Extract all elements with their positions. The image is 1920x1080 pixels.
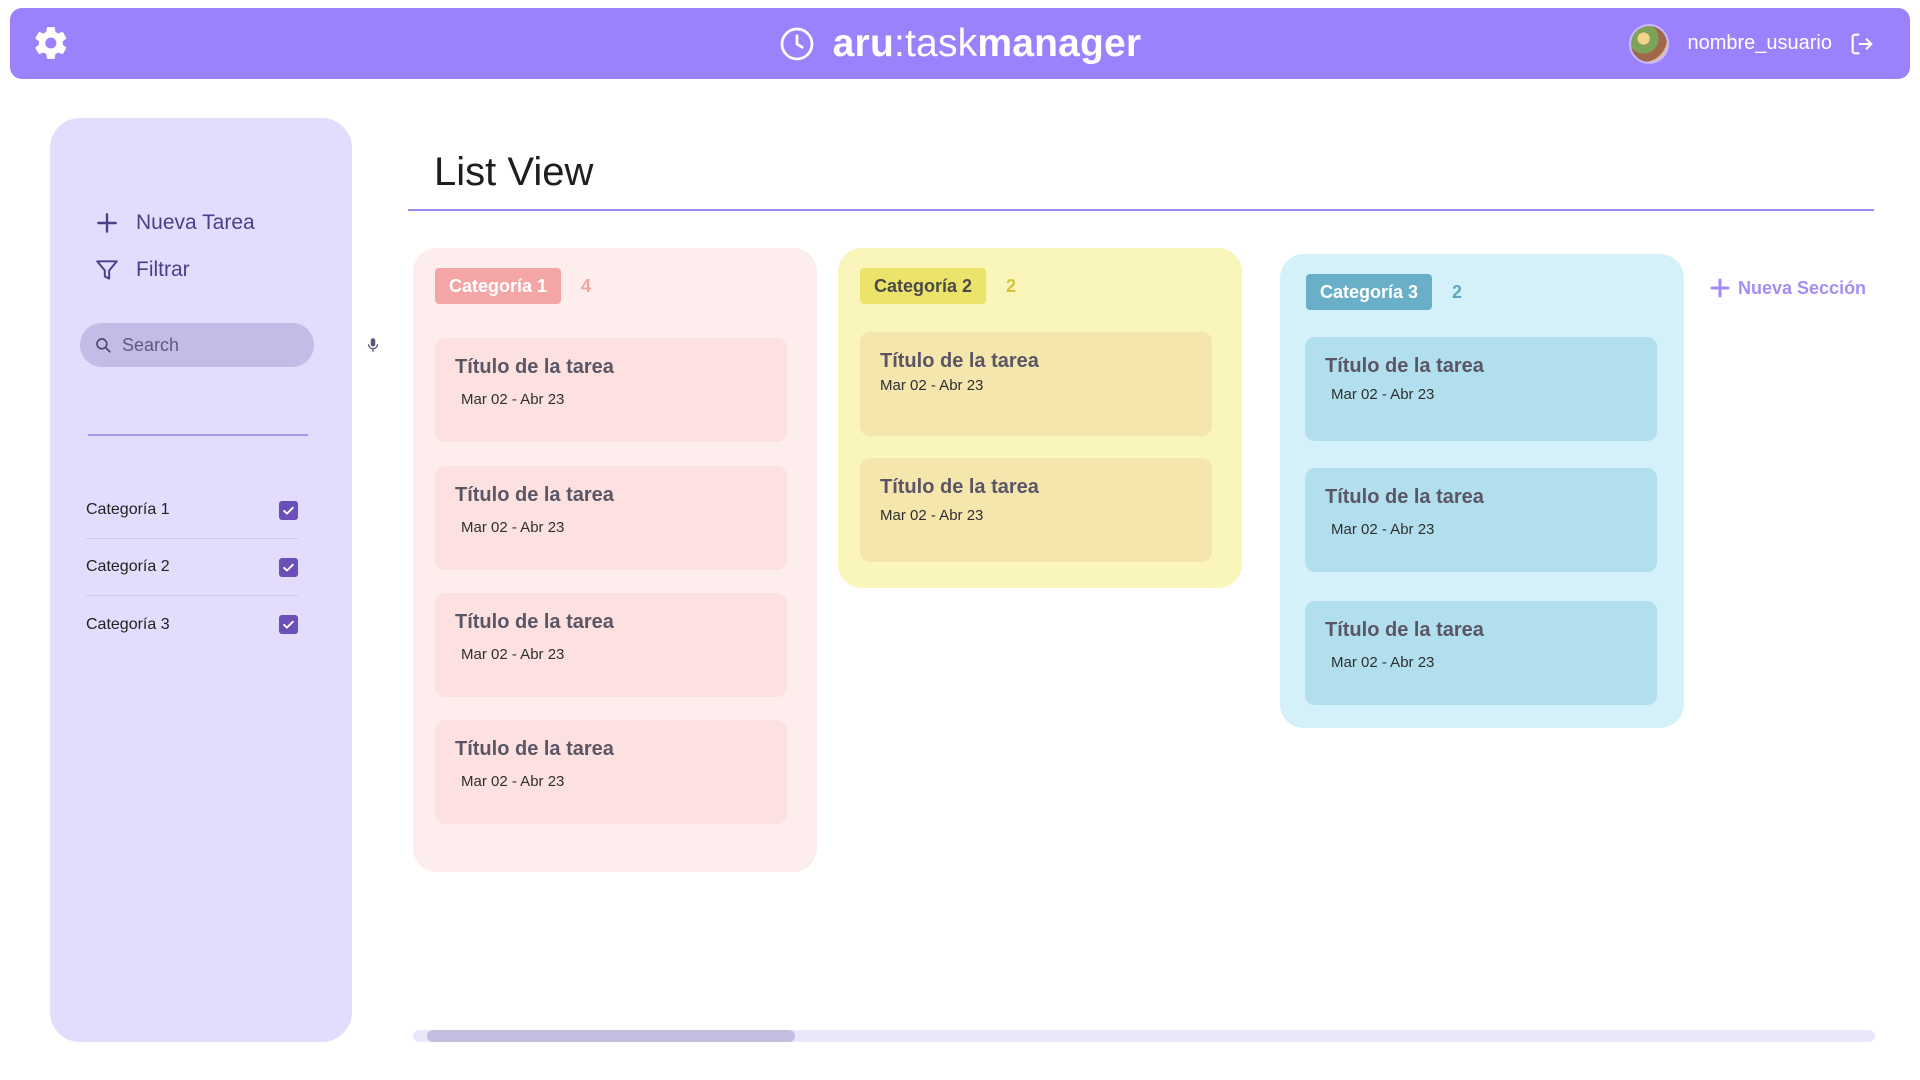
horizontal-scrollbar[interactable] — [413, 1030, 1875, 1042]
task-title: Título de la tarea — [1325, 355, 1484, 377]
user-menu: nombre_usuario — [1629, 8, 1876, 79]
app-name: aru:taskmanager — [833, 22, 1142, 66]
task-title: Título de la tarea — [880, 350, 1039, 372]
microphone-icon[interactable] — [364, 336, 382, 354]
task-title: Título de la tarea — [455, 484, 614, 506]
sidebar: Nueva Tarea Filtrar Categoría 1 Categorí… — [50, 118, 379, 1042]
task-card[interactable]: Título de la tarea Mar 02 - Abr 23 — [1305, 337, 1657, 441]
logout-icon[interactable] — [1848, 30, 1876, 58]
task-dates: Mar 02 - Abr 23 — [1331, 386, 1435, 403]
task-title: Título de la tarea — [1325, 619, 1484, 641]
scrollbar-thumb[interactable] — [427, 1030, 795, 1042]
task-dates: Mar 02 - Abr 23 — [1331, 654, 1435, 671]
filter-button[interactable]: Filtrar — [94, 257, 190, 283]
category-filter-label: Categoría 3 — [86, 615, 170, 633]
task-title: Título de la tarea — [880, 476, 1039, 498]
column-header: Categoría 3 2 — [1306, 274, 1462, 310]
category-filter-item: Categoría 3 — [86, 596, 298, 653]
checkbox-checked-icon[interactable] — [279, 500, 298, 520]
category-filter-item: Categoría 2 — [86, 539, 298, 596]
task-dates: Mar 02 - Abr 23 — [880, 507, 984, 524]
filter-icon — [96, 260, 118, 280]
task-card[interactable]: Título de la tarea Mar 02 - Abr 23 — [860, 332, 1212, 436]
task-card[interactable]: Título de la tarea Mar 02 - Abr 23 — [435, 466, 787, 570]
task-title: Título de la tarea — [455, 356, 614, 378]
avatar[interactable] — [1629, 23, 1670, 64]
task-title: Título de la tarea — [1325, 486, 1484, 508]
task-card[interactable]: Título de la tarea Mar 02 - Abr 23 — [435, 720, 787, 824]
task-card[interactable]: Título de la tarea Mar 02 - Abr 23 — [435, 338, 787, 442]
top-bar: aru:taskmanager nombre_usuario — [10, 8, 1910, 79]
category-pill[interactable]: Categoría 1 — [435, 268, 562, 304]
task-count: 4 — [581, 275, 592, 296]
new-section-button[interactable]: Nueva Sección — [1708, 276, 1866, 300]
title-divider — [408, 209, 1874, 211]
task-title: Título de la tarea — [455, 738, 614, 760]
task-card[interactable]: Título de la tarea Mar 02 - Abr 23 — [860, 458, 1212, 562]
task-card[interactable]: Título de la tarea Mar 02 - Abr 23 — [1305, 468, 1657, 572]
search-input[interactable] — [122, 334, 354, 356]
username[interactable]: nombre_usuario — [1687, 32, 1832, 55]
plus-icon — [1710, 278, 1730, 298]
brand-part-manager: manager — [977, 21, 1142, 65]
task-dates: Mar 02 - Abr 23 — [461, 773, 565, 790]
filter-label: Filtrar — [136, 258, 190, 281]
page-title: List View — [434, 150, 594, 194]
plus-icon — [97, 213, 117, 233]
task-card[interactable]: Título de la tarea Mar 02 - Abr 23 — [435, 593, 787, 697]
category-filter-label: Categoría 1 — [86, 501, 170, 518]
category-column: Categoría 1 4 Título de la tarea Mar 02 … — [413, 248, 817, 872]
category-filter-label: Categoría 2 — [86, 558, 170, 575]
category-column: Categoría 3 2 Título de la tarea Mar 02 … — [1280, 254, 1684, 728]
category-column: Categoría 2 2 Título de la tarea Mar 02 … — [838, 248, 1242, 588]
category-pill[interactable]: Categoría 3 — [1306, 274, 1433, 310]
category-pill[interactable]: Categoría 2 — [860, 268, 987, 304]
checkbox-checked-icon[interactable] — [279, 557, 298, 577]
task-title: Título de la tarea — [455, 611, 614, 633]
task-card[interactable]: Título de la tarea Mar 02 - Abr 23 — [1305, 601, 1657, 705]
task-dates: Mar 02 - Abr 23 — [880, 377, 984, 394]
sidebar-divider — [88, 434, 308, 436]
task-dates: Mar 02 - Abr 23 — [461, 391, 565, 408]
new-section-label: Nueva Sección — [1738, 277, 1867, 298]
search-icon — [96, 338, 111, 353]
task-dates: Mar 02 - Abr 23 — [1331, 521, 1435, 538]
column-header: Categoría 2 2 — [860, 268, 1016, 304]
task-count: 2 — [1006, 275, 1017, 296]
new-task-label: Nueva Tarea — [136, 211, 255, 234]
checkbox-checked-icon[interactable] — [279, 615, 298, 634]
category-filter-item: Categoría 1 — [86, 482, 298, 539]
task-dates: Mar 02 - Abr 23 — [461, 519, 565, 536]
brand-part-task: task — [905, 21, 978, 65]
clock-icon — [780, 27, 814, 60]
brand-part-aru: aru — [832, 21, 894, 65]
brand-colon: : — [893, 21, 906, 65]
column-header: Categoría 1 4 — [435, 268, 591, 304]
new-task-button[interactable]: Nueva Tarea — [94, 210, 255, 236]
app-brand: aru:taskmanager — [10, 8, 1910, 79]
search-box — [80, 323, 379, 367]
task-count: 2 — [1452, 281, 1463, 302]
task-dates: Mar 02 - Abr 23 — [461, 646, 565, 663]
